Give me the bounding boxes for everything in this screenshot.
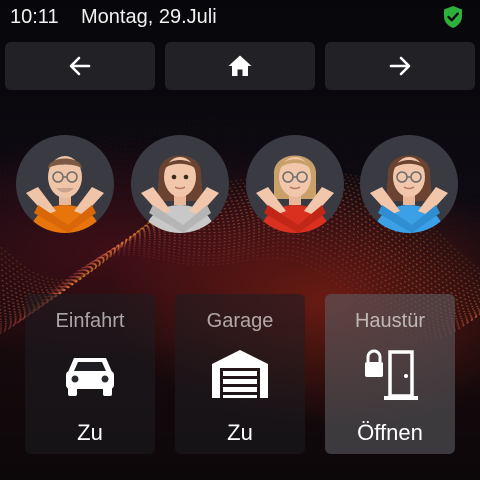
shield-check-icon [442, 5, 464, 29]
memoji-woman-icon [141, 155, 219, 233]
date: Montag, 29.Juli [81, 6, 217, 28]
arrow-left-icon [69, 56, 91, 76]
memoji-woman-glasses-icon [370, 155, 448, 233]
memoji-man-icon [26, 156, 104, 233]
home-button[interactable] [165, 42, 315, 90]
tile-title: Haustür [354, 310, 426, 332]
tile-title: Garage [206, 310, 274, 332]
arrow-right-icon [389, 56, 411, 76]
garage-icon [210, 346, 270, 402]
forward-button[interactable] [325, 42, 475, 90]
status-bar: 10:11 Montag, 29.Juli [0, 0, 480, 34]
avatar-person-1[interactable] [16, 135, 114, 233]
avatar-person-2[interactable] [131, 135, 229, 233]
door-lock-icon [360, 346, 420, 402]
tile-garage[interactable]: Garage Zu [175, 294, 305, 454]
home-icon [228, 55, 252, 76]
back-button[interactable] [5, 42, 155, 90]
car-icon [60, 346, 120, 402]
tile-haustuer[interactable]: Haustür Öffnen [325, 294, 455, 454]
tile-status: Zu [77, 420, 103, 445]
tile-status: Öffnen [357, 420, 423, 445]
smart-home-screen: 10:11 Montag, 29.Juli Einfahrt Zu Garage… [0, 0, 480, 480]
memoji-woman-blonde-icon [256, 155, 334, 233]
clock: 10:11 [10, 6, 59, 28]
avatar-person-3[interactable] [246, 135, 344, 233]
tile-status: Zu [227, 420, 253, 445]
tile-einfahrt[interactable]: Einfahrt Zu [25, 294, 155, 454]
tile-title: Einfahrt [55, 310, 125, 332]
avatar-person-4[interactable] [360, 135, 458, 233]
